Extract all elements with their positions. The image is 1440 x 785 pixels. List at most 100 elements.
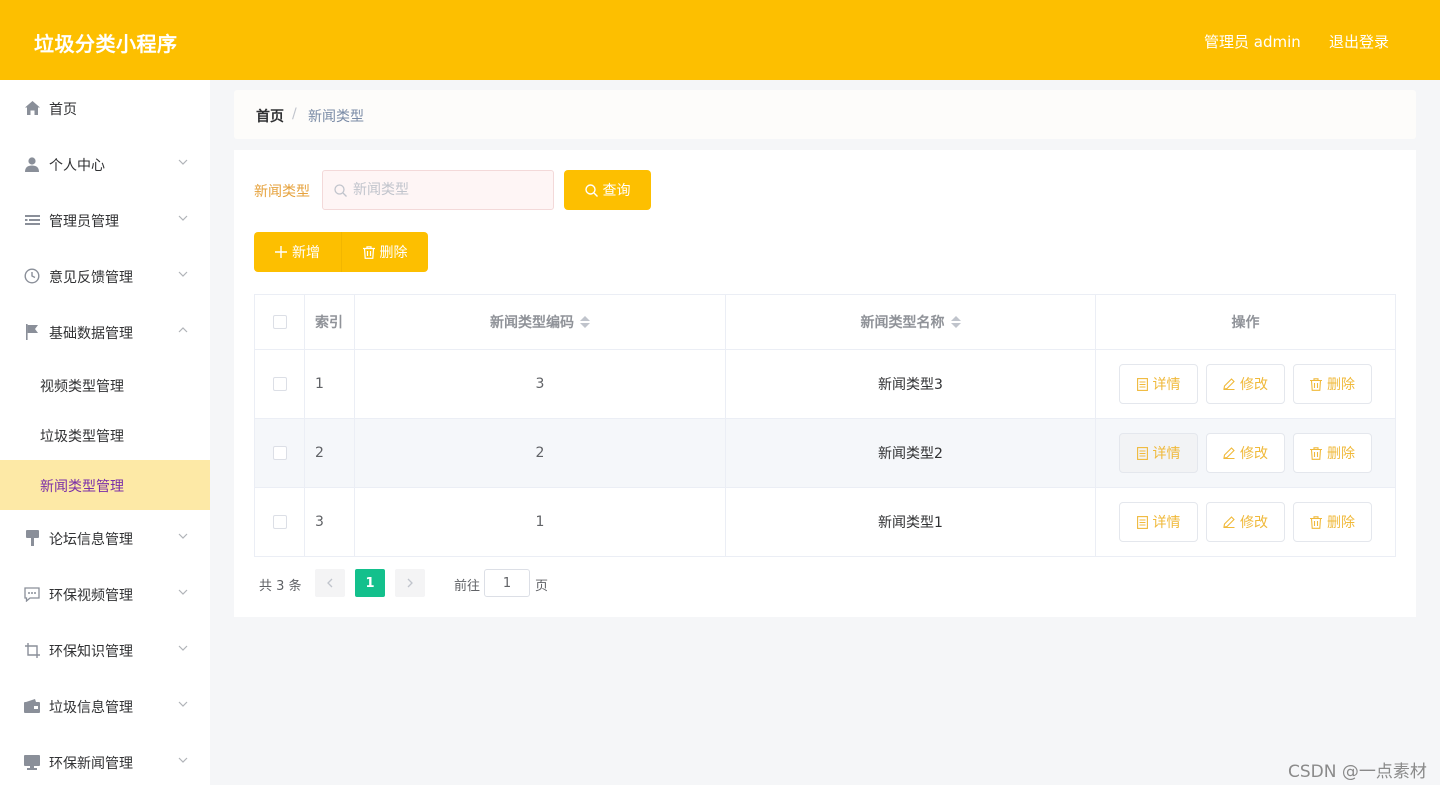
table-header-row: 索引 新闻类型编码 新闻类型名称 操作 (255, 295, 1395, 350)
row-code: 3 (355, 350, 726, 418)
row-checkbox[interactable] (272, 377, 287, 391)
detail-button[interactable]: 详情 (1119, 364, 1198, 404)
query-button-label: 查询 (602, 183, 631, 199)
row-checkbox-cell (255, 350, 305, 418)
sidebar-subitem-news-type[interactable]: 新闻类型管理 (0, 460, 210, 510)
row-actions: 详情 修改 删除 (1096, 350, 1395, 418)
goto-page-input[interactable] (485, 570, 529, 596)
page-button-current[interactable]: 1 (355, 569, 385, 597)
sidebar-item-label: 环保知识管理 (49, 644, 133, 660)
breadcrumb-home-link[interactable]: 首页 (256, 106, 284, 126)
edit-button[interactable]: 修改 (1206, 433, 1285, 473)
sidebar-item-eco-news-management[interactable]: 环保新闻管理 (0, 734, 210, 785)
sidebar-item-forum-management[interactable]: 论坛信息管理 (0, 510, 210, 566)
home-icon (24, 100, 40, 116)
header-index: 索引 (305, 295, 355, 349)
row-index: 3 (305, 488, 355, 556)
edit-button[interactable]: 修改 (1206, 502, 1285, 542)
sidebar-subitem-video-type[interactable]: 视频类型管理 (0, 360, 210, 410)
sidebar-subitem-garbage-type[interactable]: 垃圾类型管理 (0, 410, 210, 460)
main-panel: 新闻类型 查询 新增 删除 索引 新闻类型编码 新闻类型名称 操作 (234, 150, 1416, 617)
trash-icon (362, 245, 375, 259)
sidebar-item-profile[interactable]: 个人中心 (0, 136, 210, 192)
sidebar-item-home[interactable]: 首页 (0, 80, 210, 136)
sidebar-item-basic-data-management[interactable]: 基础数据管理 (0, 304, 210, 360)
header-name[interactable]: 新闻类型名称 (726, 295, 1096, 349)
row-checkbox[interactable] (272, 515, 287, 529)
edit-button-label: 修改 (1240, 377, 1268, 393)
batch-delete-button-label: 删除 (379, 245, 408, 261)
document-icon (1136, 446, 1148, 460)
header-ops: 操作 (1231, 315, 1260, 331)
sidebar-item-label: 论坛信息管理 (49, 532, 133, 548)
search-icon (334, 184, 347, 197)
flag-icon (24, 324, 40, 340)
sidebar-subitem-label: 垃圾类型管理 (40, 429, 124, 445)
chevron-right-icon (407, 578, 413, 588)
row-checkbox-cell (255, 488, 305, 556)
edit-icon (1223, 516, 1235, 528)
edit-button-label: 修改 (1240, 515, 1268, 531)
edit-icon (1223, 378, 1235, 390)
sidebar-item-feedback-management[interactable]: 意见反馈管理 (0, 248, 210, 304)
sidebar-item-garbage-info-management[interactable]: 垃圾信息管理 (0, 678, 210, 734)
logout-link[interactable]: 退出登录 (1329, 31, 1389, 52)
clock-icon (24, 268, 40, 284)
row-index: 1 (305, 350, 355, 418)
monitor-icon (24, 754, 40, 770)
delete-button-label: 删除 (1327, 377, 1355, 393)
sidebar-item-eco-knowledge-management[interactable]: 环保知识管理 (0, 622, 210, 678)
brush-icon (24, 530, 40, 546)
sidebar-item-label: 垃圾信息管理 (49, 700, 133, 716)
goto-field[interactable] (484, 569, 530, 597)
table-row: 2 2 新闻类型2 详情 修改 删除 (255, 419, 1395, 488)
row-code: 2 (355, 419, 726, 487)
sidebar-item-label: 意见反馈管理 (49, 270, 133, 286)
sort-icon[interactable] (580, 316, 590, 328)
delete-button[interactable]: 删除 (1293, 502, 1372, 542)
prev-page-button[interactable] (315, 569, 345, 597)
select-all-checkbox[interactable] (272, 315, 287, 329)
sidebar-item-admin-management[interactable]: 管理员管理 (0, 192, 210, 248)
add-button[interactable]: 新增 (254, 232, 341, 272)
wallet-icon (24, 698, 40, 714)
pagination-total: 共 3 条 (259, 579, 302, 594)
row-checkbox-cell (255, 419, 305, 487)
table-row: 1 3 新闻类型3 详情 修改 删除 (255, 350, 1395, 419)
trash-icon (1310, 446, 1322, 460)
row-checkbox[interactable] (272, 446, 287, 460)
row-actions: 详情 修改 删除 (1096, 419, 1395, 487)
goto-label: 前往 (454, 579, 481, 594)
delete-button[interactable]: 删除 (1293, 364, 1372, 404)
search-field[interactable] (322, 170, 554, 210)
search-input[interactable] (353, 171, 549, 209)
breadcrumb-separator: / (292, 106, 297, 122)
chevron-left-icon (327, 578, 333, 588)
query-button[interactable]: 查询 (564, 170, 651, 210)
chevron-down-icon (178, 701, 188, 707)
detail-button-label: 详情 (1152, 446, 1181, 462)
edit-button[interactable]: 修改 (1206, 364, 1285, 404)
next-page-button[interactable] (395, 569, 425, 597)
sort-icon[interactable] (950, 316, 961, 328)
header-code-label: 新闻类型编码 (490, 315, 574, 331)
detail-button[interactable]: 详情 (1119, 433, 1198, 473)
search-label: 新闻类型 (254, 184, 310, 200)
app-title: 垃圾分类小程序 (34, 32, 178, 56)
detail-button[interactable]: 详情 (1119, 502, 1198, 542)
delete-button[interactable]: 删除 (1293, 433, 1372, 473)
batch-delete-button[interactable]: 删除 (341, 232, 428, 272)
header-checkbox-cell (255, 295, 305, 349)
header-code[interactable]: 新闻类型编码 (355, 295, 726, 349)
sidebar-subitem-label: 视频类型管理 (40, 379, 124, 395)
sidebar-item-label: 管理员管理 (49, 214, 119, 230)
breadcrumb: 首页 / 新闻类型 (234, 90, 1416, 139)
row-name: 新闻类型1 (726, 488, 1096, 556)
user-icon (24, 156, 40, 172)
sidebar-subitem-label: 新闻类型管理 (40, 479, 124, 495)
document-icon (1136, 377, 1148, 391)
admin-user-label: 管理员 admin (1204, 33, 1301, 51)
chevron-down-icon (178, 645, 188, 651)
crop-icon (24, 642, 40, 658)
sidebar-item-eco-video-management[interactable]: 环保视频管理 (0, 566, 210, 622)
